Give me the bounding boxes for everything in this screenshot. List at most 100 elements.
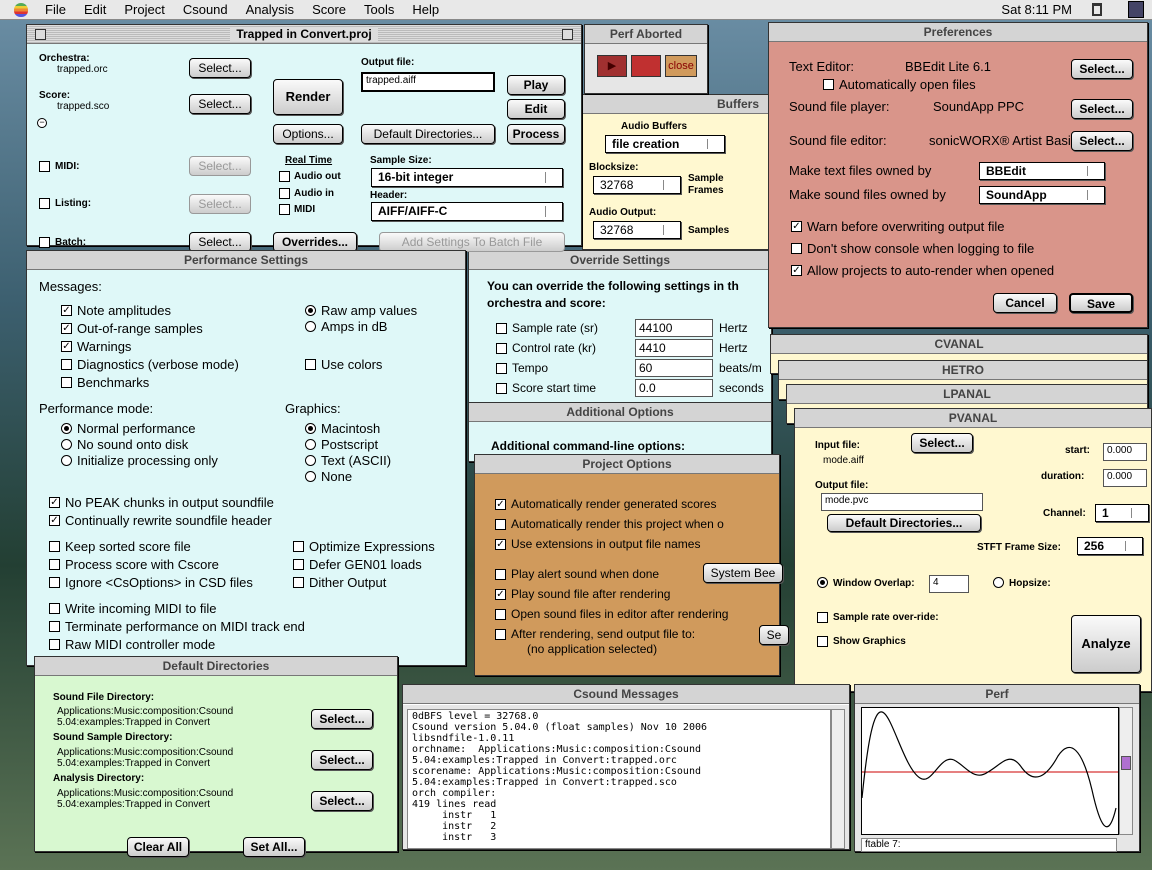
dither-output-checkbox[interactable] [293,577,304,588]
use-extensions-checkbox[interactable]: ✓ [495,539,506,550]
pvanal-default-dirs-button[interactable]: Default Directories... [827,514,981,532]
pvanal-stft-popup[interactable]: 256 [1077,537,1143,555]
send-output-checkbox[interactable] [495,629,506,640]
lock-icon[interactable] [1092,3,1102,16]
batch-checkbox[interactable] [39,237,50,248]
csound-messages-log[interactable]: 0dBFS level = 32768.0 Csound version 5.0… [407,709,831,849]
sample-rate-field[interactable]: 44100 [635,319,713,337]
pvanal-titlebar[interactable]: PVANAL [795,409,1151,428]
audio-output-popup[interactable]: 32768 [593,221,681,239]
play-transport-button[interactable]: ▶ [597,55,627,77]
listing-select-button[interactable]: Select... [189,194,251,214]
apple-icon[interactable] [14,2,28,17]
diagnostics-checkbox[interactable] [61,359,72,370]
defer-gen01-checkbox[interactable] [293,559,304,570]
blocksize-popup[interactable]: 32768 [593,176,681,194]
sound-editor-select-button[interactable]: Select... [1071,131,1133,151]
analysis-dir-select-button[interactable]: Select... [311,791,373,811]
menu-project[interactable]: Project [115,0,173,20]
show-graphics-checkbox[interactable] [817,636,828,647]
no-sound-radio[interactable] [61,439,72,450]
performance-settings-titlebar[interactable]: Performance Settings [27,251,465,270]
orchestra-select-button[interactable]: Select... [189,58,251,78]
text-editor-select-button[interactable]: Select... [1071,59,1133,79]
use-colors-checkbox[interactable] [305,359,316,370]
init-only-radio[interactable] [61,455,72,466]
perf-scroll-thumb[interactable] [1121,756,1131,770]
graphics-none-radio[interactable] [305,471,316,482]
buffer-mode-popup[interactable]: file creation [605,135,725,153]
system-beep-popup[interactable]: System Bee [703,563,783,583]
write-midi-checkbox[interactable] [49,603,60,614]
graphics-postscript-radio[interactable] [305,439,316,450]
process-button[interactable]: Process [507,124,565,144]
normal-performance-radio[interactable] [61,423,72,434]
render-button[interactable]: Render [273,79,343,115]
process-cscore-checkbox[interactable] [49,559,60,570]
text-owned-popup[interactable]: BBEdit [979,162,1105,180]
perf-titlebar[interactable]: Perf [855,685,1139,704]
auto-render-project-checkbox[interactable] [495,519,506,530]
optimize-expressions-checkbox[interactable] [293,541,304,552]
ignore-csoptions-checkbox[interactable] [49,577,60,588]
control-rate-field[interactable]: 4410 [635,339,713,357]
sound-dir-select-button[interactable]: Select... [311,709,373,729]
tempo-checkbox[interactable] [496,363,507,374]
raw-midi-checkbox[interactable] [49,639,60,650]
out-of-range-checkbox[interactable]: ✓ [61,323,72,334]
pvanal-channel-popup[interactable]: 1 [1095,504,1149,522]
graphics-text-radio[interactable] [305,455,316,466]
score-select-button[interactable]: Select... [189,94,251,114]
graphics-macintosh-radio[interactable] [305,423,316,434]
sample-size-popup[interactable]: 16-bit integer [371,168,563,187]
window-overlap-radio[interactable] [817,577,828,588]
midi-checkbox[interactable] [39,161,50,172]
sound-player-select-button[interactable]: Select... [1071,99,1133,119]
perf-scrollbar[interactable] [1119,707,1133,835]
menu-analysis[interactable]: Analysis [237,0,303,20]
realtime-midi-checkbox[interactable] [279,204,290,215]
options-button[interactable]: Options... [273,124,343,144]
header-popup[interactable]: AIFF/AIFF-C [371,202,563,221]
pvanal-input-select-button[interactable]: Select... [911,433,973,453]
raw-amp-radio[interactable] [305,305,316,316]
menu-csound[interactable]: Csound [174,0,237,20]
auto-render-checkbox[interactable]: ✓ [791,265,802,276]
tempo-field[interactable]: 60 [635,359,713,377]
overrides-button[interactable]: Overrides... [273,232,357,252]
analyze-button[interactable]: Analyze [1071,615,1141,673]
collapse-icon[interactable]: − [37,118,47,128]
score-start-field[interactable]: 0.0 [635,379,713,397]
auto-open-checkbox[interactable] [823,79,834,90]
no-console-checkbox[interactable] [791,243,802,254]
project-titlebar[interactable]: Trapped in Convert.proj [27,25,581,44]
buffers-titlebar[interactable]: Buffers [583,95,771,114]
score-start-checkbox[interactable] [496,383,507,394]
send-output-select-button[interactable]: Se [759,625,789,645]
benchmarks-checkbox[interactable] [61,377,72,388]
pause-transport-button[interactable] [631,55,661,77]
auto-render-generated-checkbox[interactable]: ✓ [495,499,506,510]
cvanal-titlebar[interactable]: CVANAL [771,335,1147,354]
alert-sound-checkbox[interactable] [495,569,506,580]
add-to-batch-button[interactable]: Add Settings To Batch File [379,232,565,252]
additional-options-titlebar[interactable]: Additional Options [469,403,771,422]
edit-button[interactable]: Edit [507,99,565,119]
csound-messages-titlebar[interactable]: Csound Messages [403,685,849,704]
menu-file[interactable]: File [36,0,75,20]
messages-scrollbar[interactable] [831,709,845,849]
zoom-box-icon[interactable] [562,29,573,40]
close-transport-button[interactable]: close [665,55,697,77]
play-after-render-checkbox[interactable]: ✓ [495,589,506,600]
amps-db-radio[interactable] [305,321,316,332]
note-amplitudes-checkbox[interactable]: ✓ [61,305,72,316]
override-titlebar[interactable]: Override Settings [469,251,771,270]
batch-select-button[interactable]: Select... [189,232,251,252]
sound-owned-popup[interactable]: SoundApp [979,186,1105,204]
project-options-titlebar[interactable]: Project Options [475,455,779,474]
rewrite-header-checkbox[interactable]: ✓ [49,515,60,526]
perf-aborted-titlebar[interactable]: Perf Aborted [585,25,707,44]
hetro-titlebar[interactable]: HETRO [779,361,1147,380]
window-overlap-field[interactable]: 4 [929,575,969,593]
sample-rate-checkbox[interactable] [496,323,507,334]
